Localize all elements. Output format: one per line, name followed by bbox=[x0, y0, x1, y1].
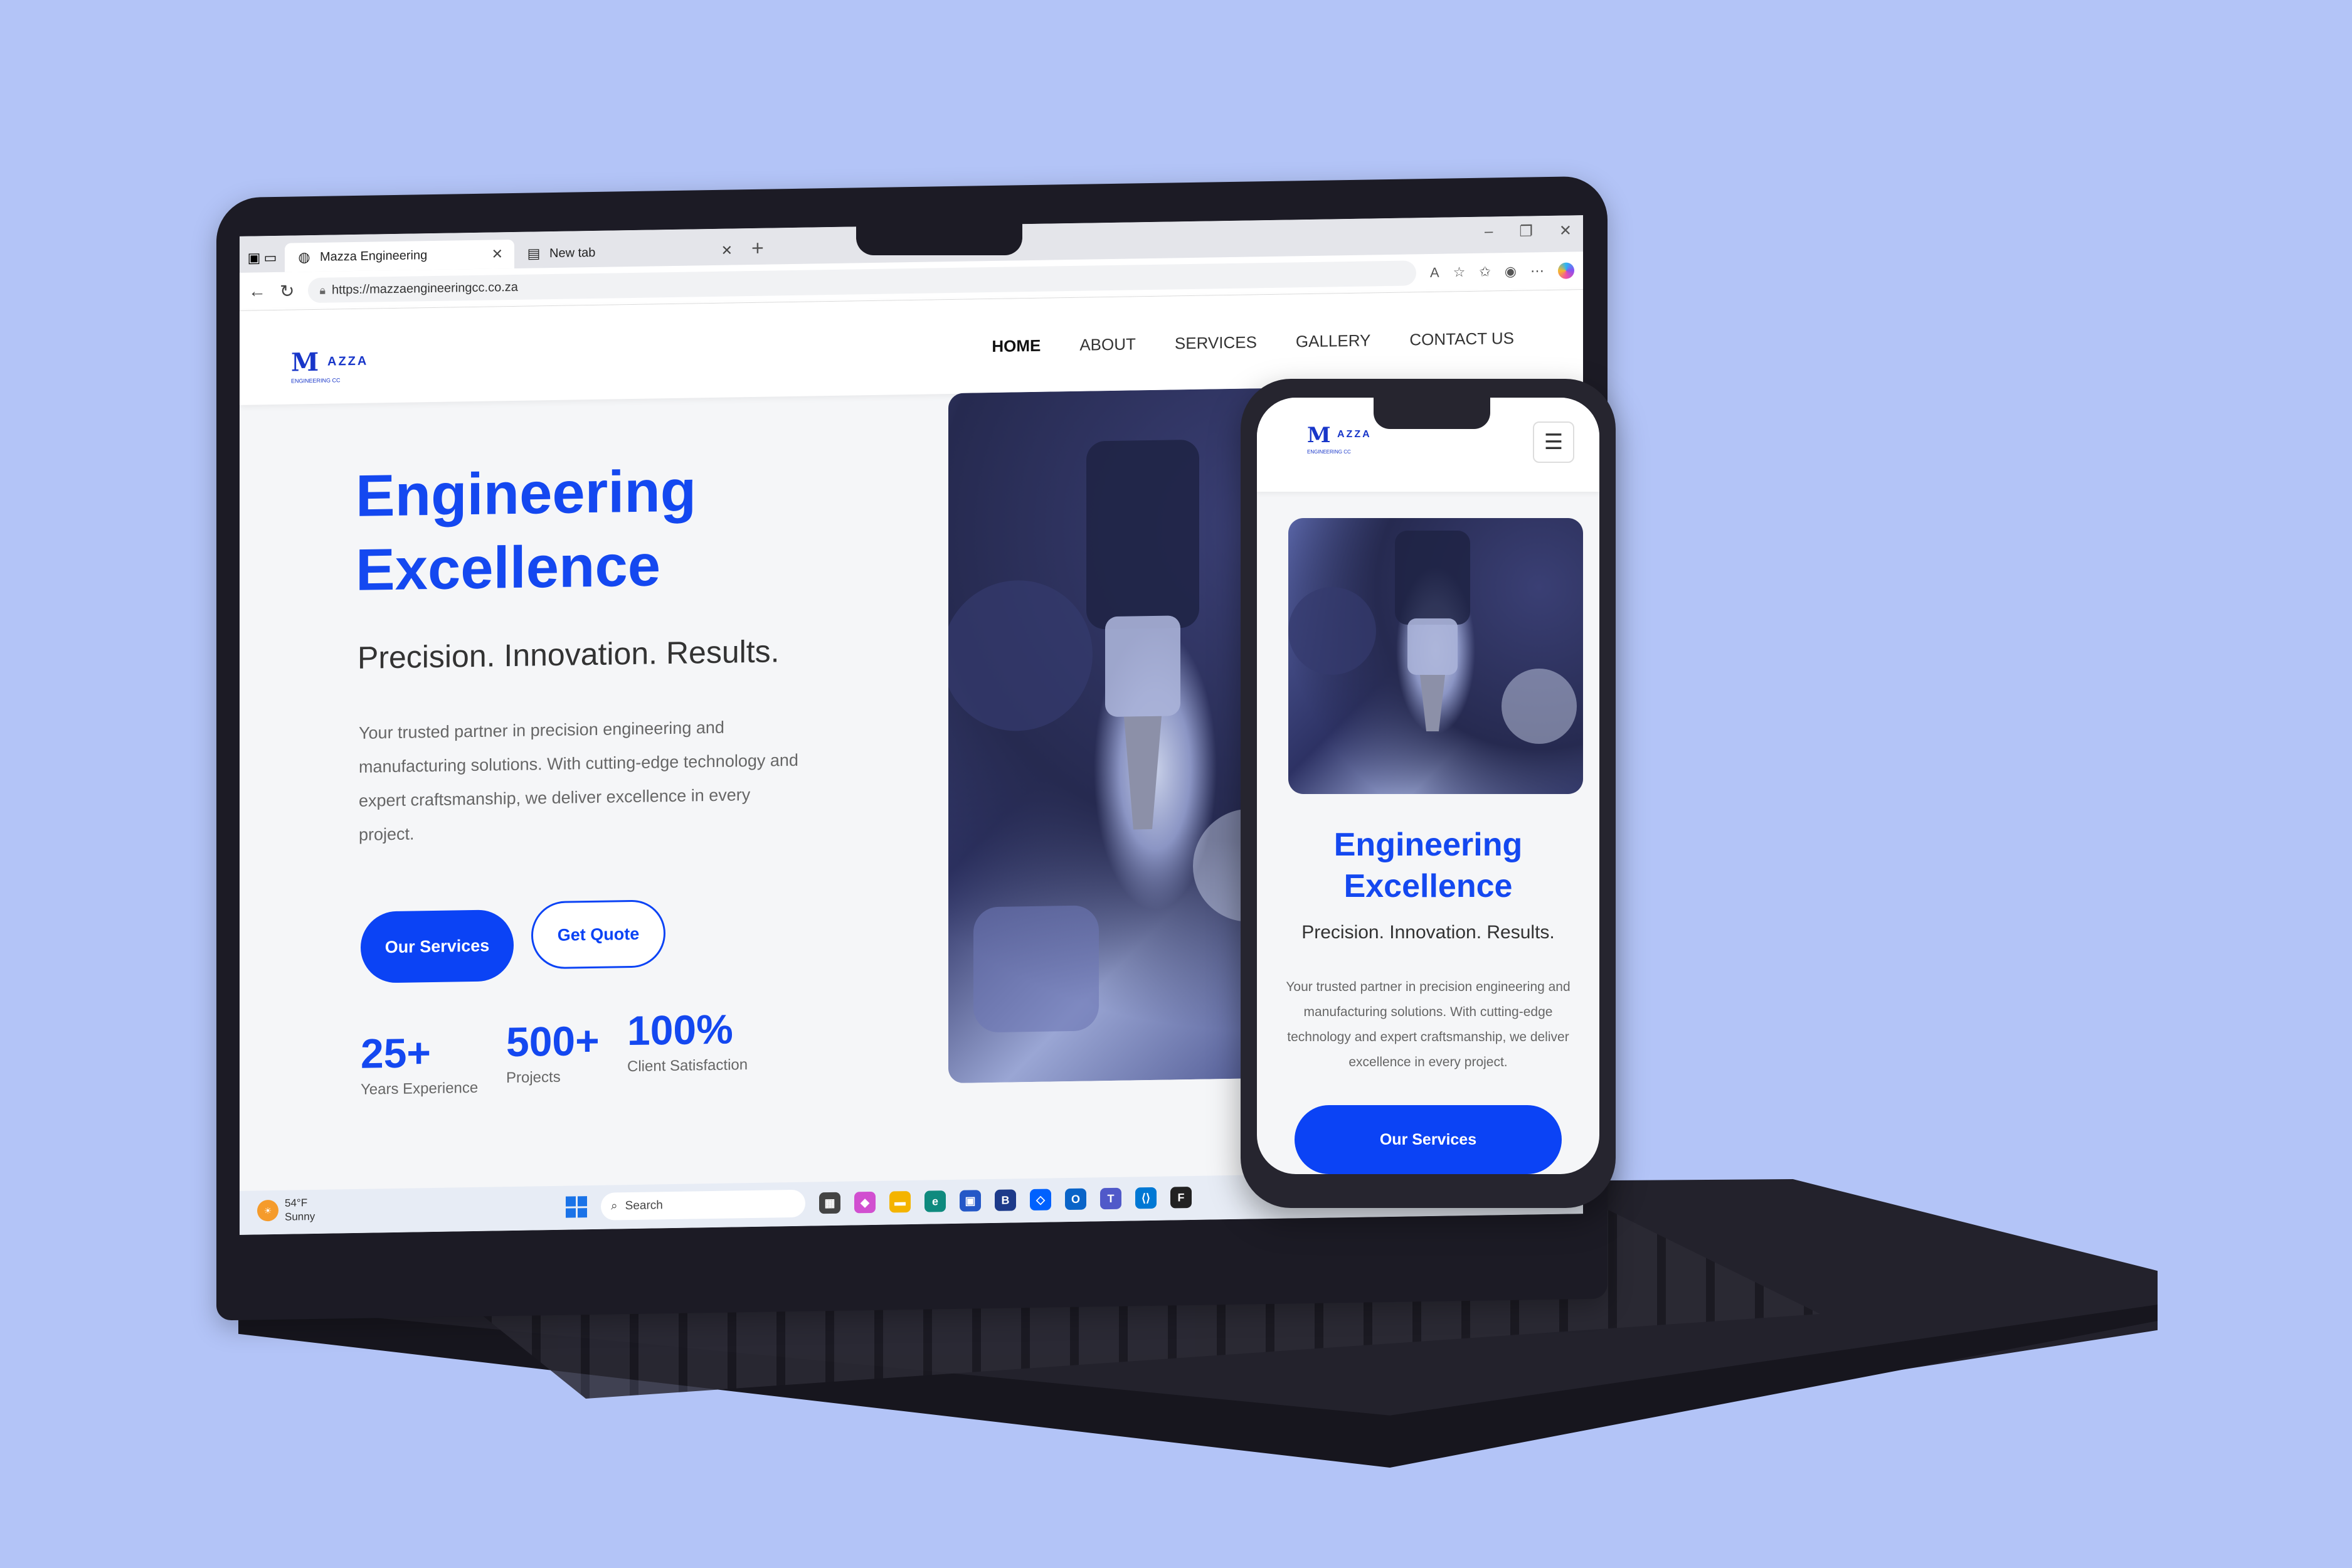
logo-subtitle: ENGINEERING CC bbox=[1307, 449, 1351, 455]
copilot-app-icon[interactable]: ◆ bbox=[854, 1191, 876, 1214]
figma-icon[interactable]: F bbox=[1170, 1186, 1192, 1209]
weather-condition: Sunny bbox=[285, 1210, 315, 1223]
favorite-star-icon[interactable]: ☆ bbox=[1453, 264, 1466, 280]
tab-mazza-engineering[interactable]: ◍ Mazza Engineering ✕ bbox=[285, 239, 514, 272]
logo-wordmark: AZZA bbox=[327, 354, 369, 369]
stat-value: 25+ bbox=[361, 1029, 431, 1077]
task-view-icon[interactable]: ▦ bbox=[819, 1192, 840, 1214]
profile-icon[interactable]: ◉ bbox=[1505, 263, 1517, 280]
lock-icon[interactable]: 🔒︎ bbox=[319, 283, 326, 297]
stat-label: Years Experience bbox=[361, 1079, 479, 1098]
hero-description: Your trusted partner in precision engine… bbox=[359, 718, 798, 844]
close-tab-icon[interactable]: ✕ bbox=[721, 242, 733, 258]
hero-title-line2: Excellence bbox=[356, 532, 661, 603]
hero-tagline: Precision. Innovation. Results. bbox=[358, 633, 780, 675]
vscode-icon[interactable]: ⟨⟩ bbox=[1135, 1187, 1157, 1209]
minimize-icon[interactable]: – bbox=[1485, 223, 1493, 241]
weather-text: 54°F Sunny bbox=[285, 1196, 315, 1224]
store-icon[interactable]: ▣ bbox=[960, 1190, 981, 1212]
hamburger-menu-icon[interactable]: ☰ bbox=[1533, 421, 1574, 463]
dropbox-icon[interactable]: ◇ bbox=[1030, 1189, 1051, 1211]
browser-tools: A ☆ ✩ ◉ ⋯ bbox=[1430, 262, 1574, 281]
stat-label: Projects bbox=[506, 1068, 561, 1087]
main-nav: HOME ABOUT SERVICES GALLERY CONTACT US bbox=[992, 329, 1514, 356]
phone-screen: M AZZA ENGINEERING CC ☰ Engineering Exce… bbox=[1257, 398, 1599, 1174]
url-text: https://mazzaengineeringcc.co.za bbox=[332, 280, 518, 297]
site-logo[interactable]: M AZZA ENGINEERING CC bbox=[291, 346, 373, 391]
stat-satisfaction: 100% Client Satisfaction bbox=[627, 1005, 748, 1076]
mobile-hero-description: Your trusted partner in precision engine… bbox=[1286, 980, 1571, 1069]
mobile-hero-image bbox=[1288, 518, 1583, 794]
teams-icon[interactable]: T bbox=[1100, 1187, 1121, 1210]
mobile-title-line2: Excellence bbox=[1343, 868, 1513, 904]
file-explorer-icon[interactable]: ▬ bbox=[889, 1191, 911, 1213]
favorites-icon[interactable]: ✩ bbox=[1479, 263, 1490, 280]
restore-icon[interactable]: ❐ bbox=[1519, 222, 1533, 240]
page-icon: ▤ bbox=[527, 245, 541, 262]
workspaces-icon[interactable]: ▣ bbox=[246, 250, 262, 266]
our-services-button[interactable]: Our Services bbox=[361, 909, 514, 983]
mobile-hero-title: Engineering Excellence bbox=[1257, 824, 1599, 907]
back-arrow-icon[interactable]: ← bbox=[248, 281, 266, 301]
stat-years: 25+ Years Experience bbox=[361, 1028, 478, 1099]
more-menu-icon[interactable]: ⋯ bbox=[1530, 263, 1544, 279]
mobile-our-services-button[interactable]: Our Services bbox=[1295, 1105, 1562, 1174]
hero-title: Engineering Excellence bbox=[356, 453, 696, 607]
stat-label: Client Satisfaction bbox=[627, 1056, 748, 1076]
get-quote-button[interactable]: Get Quote bbox=[531, 899, 665, 970]
nav-services[interactable]: SERVICES bbox=[1175, 332, 1257, 353]
nav-home[interactable]: HOME bbox=[992, 336, 1041, 356]
search-placeholder: Search bbox=[625, 1199, 663, 1213]
mobile-hero-tagline: Precision. Innovation. Results. bbox=[1301, 922, 1555, 943]
read-aloud-icon[interactable]: A bbox=[1430, 265, 1439, 281]
new-tab-button[interactable]: + bbox=[751, 236, 764, 261]
outlook-icon[interactable]: O bbox=[1065, 1188, 1086, 1210]
windows-start-icon[interactable] bbox=[566, 1196, 587, 1218]
taskbar-search[interactable]: ⌕ Search bbox=[601, 1189, 805, 1221]
edge-icon[interactable]: e bbox=[924, 1190, 946, 1212]
laptop-camera-notch bbox=[856, 216, 1022, 255]
window-controls: – ❐ ✕ bbox=[1485, 221, 1572, 241]
hero-title-line1: Engineering bbox=[356, 457, 697, 529]
phone-notch bbox=[1374, 398, 1490, 429]
bootstrap-icon[interactable]: B bbox=[995, 1189, 1016, 1211]
logo-mark: M bbox=[291, 347, 317, 378]
sun-icon: ☀ bbox=[257, 1199, 278, 1222]
tab-new-tab[interactable]: ▤ New tab ✕ bbox=[514, 236, 744, 268]
stat-value: 100% bbox=[627, 1005, 733, 1054]
search-icon: ⌕ bbox=[611, 1199, 618, 1213]
nav-about[interactable]: ABOUT bbox=[1079, 334, 1136, 354]
tab-label: Mazza Engineering bbox=[320, 248, 428, 264]
logo-mark: M bbox=[1307, 423, 1331, 448]
logo-subtitle: ENGINEERING CC bbox=[291, 377, 341, 384]
globe-icon: ◍ bbox=[298, 249, 310, 265]
weather-widget[interactable]: ☀ 54°F Sunny bbox=[257, 1196, 315, 1224]
taskbar-apps: ⌕ Search ▦ ◆ ▬ e ▣ B ◇ O T ⟨⟩ F bbox=[566, 1184, 1192, 1221]
copilot-icon[interactable] bbox=[1558, 262, 1574, 279]
tab-actions-icon[interactable]: ▭ bbox=[262, 250, 278, 266]
nav-gallery[interactable]: GALLERY bbox=[1296, 331, 1370, 351]
mobile-site-logo[interactable]: M AZZA ENGINEERING CC bbox=[1307, 423, 1389, 467]
weather-temperature: 54°F bbox=[285, 1197, 308, 1209]
mobile-title-line1: Engineering bbox=[1333, 827, 1523, 863]
stat-value: 500+ bbox=[506, 1017, 600, 1066]
tab-label: New tab bbox=[549, 245, 596, 260]
refresh-icon[interactable]: ↻ bbox=[280, 280, 294, 301]
close-window-icon[interactable]: ✕ bbox=[1559, 221, 1572, 240]
stat-projects: 500+ Projects bbox=[506, 1017, 600, 1087]
nav-contact-us[interactable]: CONTACT US bbox=[1409, 329, 1514, 350]
logo-wordmark: AZZA bbox=[1337, 429, 1372, 440]
close-tab-icon[interactable]: ✕ bbox=[492, 246, 503, 262]
